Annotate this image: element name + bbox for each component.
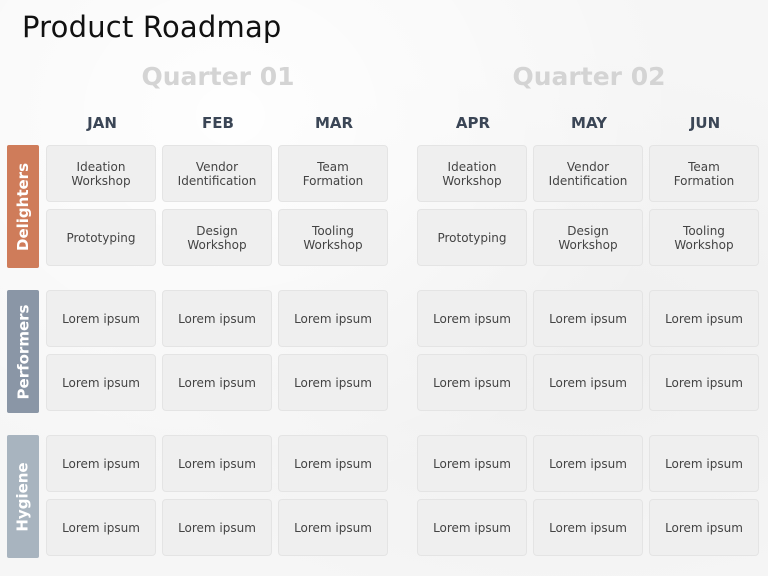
roadmap-cell[interactable]: Lorem ipsum	[649, 499, 759, 556]
roadmap-cell[interactable]: Lorem ipsum	[533, 499, 643, 556]
roadmap-cell[interactable]: Lorem ipsum	[278, 499, 388, 556]
month-feb: FEB	[202, 114, 234, 132]
roadmap-cell[interactable]: Lorem ipsum	[533, 435, 643, 492]
roadmap-cell[interactable]: Lorem ipsum	[417, 290, 527, 347]
group-label-text: Hygiene	[14, 461, 32, 532]
roadmap-cell[interactable]: Lorem ipsum	[278, 435, 388, 492]
roadmap-cell[interactable]: Lorem ipsum	[417, 499, 527, 556]
month-mar: MAR	[314, 114, 354, 132]
group-label-text: Delighters	[14, 162, 32, 251]
roadmap-cell[interactable]: Team Formation	[649, 145, 759, 202]
roadmap-cell[interactable]: Prototyping	[417, 209, 527, 266]
roadmap-cell[interactable]: Lorem ipsum	[649, 354, 759, 411]
quarter-2-heading: Quarter 02	[512, 62, 666, 91]
roadmap-cell[interactable]: Tooling Workshop	[278, 209, 388, 266]
roadmap-cell[interactable]: Lorem ipsum	[162, 354, 272, 411]
roadmap-cell[interactable]: Lorem ipsum	[46, 354, 156, 411]
roadmap-cell[interactable]: Lorem ipsum	[417, 435, 527, 492]
roadmap-cell[interactable]: Lorem ipsum	[162, 499, 272, 556]
roadmap-cell[interactable]: Lorem ipsum	[162, 290, 272, 347]
roadmap-cell[interactable]: Lorem ipsum	[649, 435, 759, 492]
roadmap-cell[interactable]: Team Formation	[278, 145, 388, 202]
group-label-text: Performers	[14, 304, 33, 399]
roadmap-cell[interactable]: Ideation Workshop	[417, 145, 527, 202]
page-title: Product Roadmap	[22, 10, 282, 44]
group-label-performers: Performers	[7, 290, 39, 413]
roadmap-cell[interactable]: Vendor Identification	[162, 145, 272, 202]
roadmap-cell[interactable]: Lorem ipsum	[162, 435, 272, 492]
roadmap-cell[interactable]: Design Workshop	[162, 209, 272, 266]
roadmap-cell[interactable]: Lorem ipsum	[533, 354, 643, 411]
roadmap-cell[interactable]: Vendor Identification	[533, 145, 643, 202]
roadmap-cell[interactable]: Lorem ipsum	[278, 290, 388, 347]
roadmap-cell[interactable]: Lorem ipsum	[46, 290, 156, 347]
roadmap-cell[interactable]: Ideation Workshop	[46, 145, 156, 202]
roadmap-cell[interactable]: Lorem ipsum	[46, 499, 156, 556]
quarter-1-heading: Quarter 01	[141, 62, 295, 91]
month-jun: JUN	[689, 114, 721, 132]
month-apr: APR	[455, 114, 491, 132]
group-label-delighters: Delighters	[7, 145, 39, 268]
month-may: MAY	[571, 114, 607, 132]
roadmap-cell[interactable]: Lorem ipsum	[278, 354, 388, 411]
roadmap-cell[interactable]: Lorem ipsum	[533, 290, 643, 347]
roadmap-cell[interactable]: Tooling Workshop	[649, 209, 759, 266]
group-label-hygiene: Hygiene	[7, 435, 39, 558]
roadmap-cell[interactable]: Prototyping	[46, 209, 156, 266]
roadmap-cell[interactable]: Lorem ipsum	[417, 354, 527, 411]
roadmap-cell[interactable]: Lorem ipsum	[46, 435, 156, 492]
roadmap-cell[interactable]: Design Workshop	[533, 209, 643, 266]
roadmap-cell[interactable]: Lorem ipsum	[649, 290, 759, 347]
month-jan: JAN	[87, 114, 117, 132]
